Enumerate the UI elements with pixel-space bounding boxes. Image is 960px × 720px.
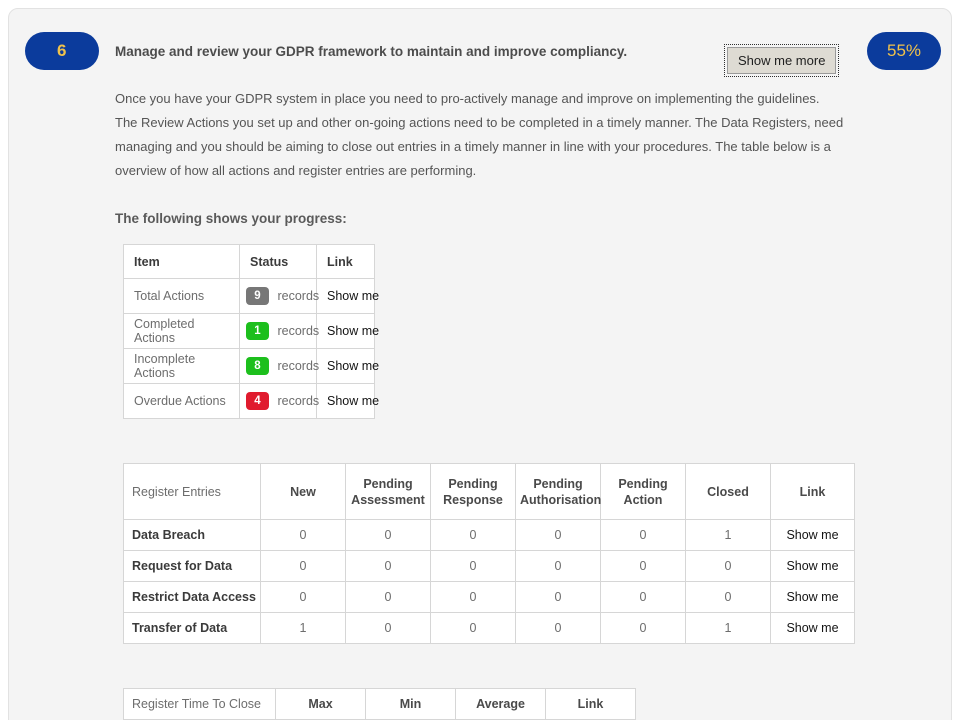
- register-cell-closed: 0: [685, 550, 771, 582]
- action-status-cell: 9 records: [239, 278, 320, 314]
- table-row: Completed Actions 1 records Show me: [123, 313, 379, 349]
- records-label: records: [277, 359, 320, 373]
- step-number-badge: 6: [25, 32, 99, 70]
- show-me-link[interactable]: Show me: [327, 359, 379, 373]
- progress-heading: The following shows your progress:: [115, 211, 347, 226]
- register-cell-pending-authorisation: 0: [515, 581, 601, 613]
- register-col-pending-response: Pending Response: [430, 463, 516, 520]
- show-me-link[interactable]: Show me: [327, 324, 379, 338]
- action-status-cell: 4 records: [239, 383, 320, 419]
- ttc-col-min: Min: [365, 688, 456, 720]
- ttc-col-average: Average: [455, 688, 546, 720]
- action-item-label: Completed Actions: [123, 313, 240, 349]
- actions-col-item: Item: [123, 244, 240, 279]
- register-cell-pending-action: 0: [600, 581, 686, 613]
- action-link-cell: Show me: [316, 278, 379, 314]
- register-cell-new: 0: [260, 550, 346, 582]
- register-col-pending-assessment: Pending Assessment: [345, 463, 431, 520]
- register-cell-pending-authorisation: 0: [515, 612, 601, 644]
- register-row-label: Data Breach: [123, 519, 261, 551]
- register-cell-closed: 0: [685, 581, 771, 613]
- table-row: Overdue Actions 4 records Show me: [123, 383, 379, 419]
- register-cell-pending-response: 0: [430, 519, 516, 551]
- actions-col-link: Link: [316, 244, 375, 279]
- register-cell-pending-authorisation: 0: [515, 519, 601, 551]
- register-cell-closed: 1: [685, 612, 771, 644]
- page-title: Manage and review your GDPR framework to…: [115, 44, 628, 59]
- records-label: records: [277, 324, 320, 338]
- register-col-pending-authorisation: Pending Authorisation: [515, 463, 601, 520]
- action-link-cell: Show me: [316, 383, 379, 419]
- register-table-header-row: Register Entries New Pending Assessment …: [123, 463, 855, 520]
- register-row-label: Transfer of Data: [123, 612, 261, 644]
- show-me-link[interactable]: Show me: [327, 394, 379, 408]
- actions-table: Item Status Link Total Actions 9 records…: [123, 244, 379, 419]
- table-row: Transfer of Data 1 0 0 0 0 1 Show me: [123, 612, 855, 644]
- register-col-closed: Closed: [685, 463, 771, 520]
- table-row: Request for Data 0 0 0 0 0 0 Show me: [123, 550, 855, 582]
- ttc-col-link: Link: [545, 688, 636, 720]
- register-col-pending-action: Pending Action: [600, 463, 686, 520]
- show-me-link[interactable]: Show me: [786, 621, 838, 635]
- count-badge: 8: [246, 357, 269, 375]
- register-cell-pending-assessment: 0: [345, 612, 431, 644]
- count-badge: 1: [246, 322, 269, 340]
- table-row: Total Actions 9 records Show me: [123, 278, 379, 314]
- action-link-cell: Show me: [316, 313, 379, 349]
- action-item-label: Overdue Actions: [123, 383, 240, 419]
- progress-percent-badge: 55%: [867, 32, 941, 70]
- page-root: 6 Manage and review your GDPR framework …: [0, 0, 960, 720]
- register-cell-pending-assessment: 0: [345, 519, 431, 551]
- register-link-cell: Show me: [770, 519, 855, 551]
- table-row: Incomplete Actions 8 records Show me: [123, 348, 379, 384]
- show-me-link[interactable]: Show me: [327, 289, 379, 303]
- ttc-table-header-row: Register Time To Close Max Min Average L…: [123, 688, 636, 720]
- register-cell-new: 0: [260, 519, 346, 551]
- register-cell-pending-action: 0: [600, 550, 686, 582]
- register-cell-pending-action: 0: [600, 612, 686, 644]
- card-header: 6 Manage and review your GDPR framework …: [9, 23, 951, 81]
- intro-paragraph: Once you have your GDPR system in place …: [115, 91, 844, 178]
- records-label: records: [277, 394, 320, 408]
- register-link-cell: Show me: [770, 581, 855, 613]
- register-link-cell: Show me: [770, 550, 855, 582]
- action-item-label: Incomplete Actions: [123, 348, 240, 384]
- register-cell-pending-action: 0: [600, 519, 686, 551]
- count-badge: 4: [246, 392, 269, 410]
- register-cell-pending-authorisation: 0: [515, 550, 601, 582]
- register-cell-pending-response: 0: [430, 612, 516, 644]
- ttc-col-max: Max: [275, 688, 366, 720]
- register-cell-pending-response: 0: [430, 581, 516, 613]
- register-col-new: New: [260, 463, 346, 520]
- action-status-cell: 1 records: [239, 313, 320, 349]
- register-row-label: Request for Data: [123, 550, 261, 582]
- ttc-col-name: Register Time To Close: [123, 688, 276, 720]
- register-cell-pending-assessment: 0: [345, 581, 431, 613]
- action-link-cell: Show me: [316, 348, 379, 384]
- show-me-link[interactable]: Show me: [786, 528, 838, 542]
- register-cell-closed: 1: [685, 519, 771, 551]
- register-cell-new: 1: [260, 612, 346, 644]
- register-time-to-close-table: Register Time To Close Max Min Average L…: [123, 688, 636, 720]
- action-status-cell: 8 records: [239, 348, 320, 384]
- register-cell-new: 0: [260, 581, 346, 613]
- register-col-link: Link: [770, 463, 855, 520]
- actions-col-status: Status: [239, 244, 317, 279]
- action-item-label: Total Actions: [123, 278, 240, 314]
- show-me-link[interactable]: Show me: [786, 590, 838, 604]
- register-cell-pending-response: 0: [430, 550, 516, 582]
- records-label: records: [277, 289, 320, 303]
- show-me-more-button[interactable]: Show me more: [723, 44, 840, 77]
- register-cell-pending-assessment: 0: [345, 550, 431, 582]
- count-badge: 9: [246, 287, 269, 305]
- show-me-link[interactable]: Show me: [786, 559, 838, 573]
- table-row: Restrict Data Access 0 0 0 0 0 0 Show me: [123, 581, 855, 613]
- register-row-label: Restrict Data Access: [123, 581, 261, 613]
- register-link-cell: Show me: [770, 612, 855, 644]
- actions-table-header-row: Item Status Link: [123, 244, 375, 279]
- register-col-name: Register Entries: [123, 463, 261, 520]
- table-row: Data Breach 0 0 0 0 0 1 Show me: [123, 519, 855, 551]
- gdpr-step-card: 6 Manage and review your GDPR framework …: [8, 8, 952, 720]
- register-entries-table: Register Entries New Pending Assessment …: [123, 463, 855, 644]
